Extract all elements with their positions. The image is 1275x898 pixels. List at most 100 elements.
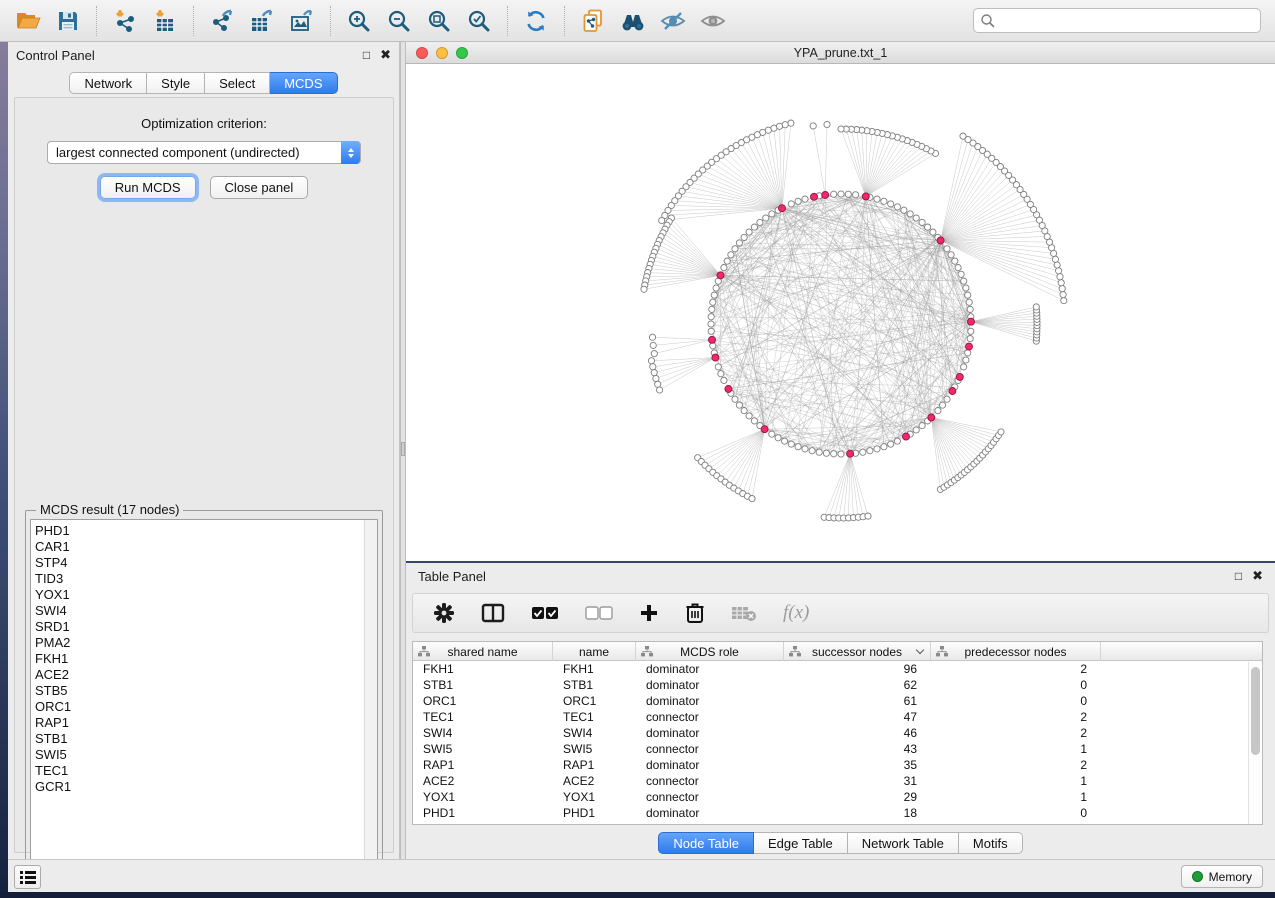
table-row[interactable]: SWI5SWI5connector431 [413, 741, 1262, 757]
mcds-result-item[interactable]: SRD1 [35, 619, 364, 635]
mcds-result-item[interactable]: STB5 [35, 683, 364, 699]
close-panel-icon[interactable]: ✖ [380, 47, 391, 63]
mcds-result-item[interactable]: YOX1 [35, 587, 364, 603]
mcds-result-item[interactable]: SWI5 [35, 747, 364, 763]
mcds-node[interactable] [966, 343, 973, 350]
select-all-icon[interactable] [531, 606, 559, 620]
tab-edge-table[interactable]: Edge Table [754, 832, 848, 854]
memory-button[interactable]: Memory [1181, 865, 1263, 888]
tab-network[interactable]: Network [69, 72, 147, 94]
hide-selected-icon[interactable] [653, 3, 693, 39]
mcds-result-item[interactable]: FKH1 [35, 651, 364, 667]
export-network-icon[interactable] [202, 3, 242, 39]
splitter-grip[interactable] [401, 442, 405, 456]
deselect-all-icon[interactable] [585, 606, 613, 620]
column-header-shared-name[interactable]: shared name [413, 642, 553, 661]
mcds-result-item[interactable]: GCR1 [35, 779, 364, 795]
show-all-icon[interactable] [693, 3, 733, 39]
mcds-node[interactable] [761, 426, 768, 433]
mcds-result-item[interactable]: ORC1 [35, 699, 364, 715]
task-history-button[interactable] [14, 865, 41, 889]
mcds-result-item[interactable]: TEC1 [35, 763, 364, 779]
delete-table-icon[interactable] [731, 604, 757, 622]
export-image-icon[interactable] [282, 3, 322, 39]
import-network-icon[interactable] [105, 3, 145, 39]
mcds-result-item[interactable]: TID3 [35, 571, 364, 587]
zoom-in-icon[interactable] [339, 3, 379, 39]
network-window-titlebar[interactable]: YPA_prune.txt_1 [406, 42, 1275, 64]
mcds-node[interactable] [822, 192, 829, 199]
tab-select[interactable]: Select [205, 72, 270, 94]
tab-network-table[interactable]: Network Table [848, 832, 959, 854]
mcds-result-item[interactable]: STP4 [35, 555, 364, 571]
table-row[interactable]: STB1STB1dominator620 [413, 677, 1262, 693]
mcds-node[interactable] [712, 354, 719, 361]
table-row[interactable]: TEC1TEC1connector472 [413, 709, 1262, 725]
mcds-node[interactable] [968, 318, 975, 325]
run-mcds-button[interactable]: Run MCDS [100, 176, 196, 199]
column-header-predecessor-nodes[interactable]: predecessor nodes [931, 642, 1101, 661]
network-canvas[interactable] [406, 64, 1275, 560]
mcds-node[interactable] [779, 205, 786, 212]
mcds-result-item[interactable]: SWI4 [35, 603, 364, 619]
mcds-result-item[interactable]: ACE2 [35, 667, 364, 683]
table-row[interactable]: FKH1FKH1dominator962 [413, 661, 1262, 677]
minimize-window-icon[interactable] [436, 47, 448, 59]
close-table-panel-icon[interactable]: ✖ [1252, 568, 1263, 584]
mcds-result-item[interactable]: PMA2 [35, 635, 364, 651]
tab-motifs[interactable]: Motifs [959, 832, 1023, 854]
float-table-panel-icon[interactable]: □ [1235, 569, 1242, 583]
table-row[interactable]: RAP1RAP1dominator352 [413, 757, 1262, 773]
zoom-window-icon[interactable] [456, 47, 468, 59]
mcds-result-list[interactable]: PHD1CAR1STP4TID3YOX1SWI4SRD1PMA2FKH1ACE2… [30, 519, 378, 879]
mcds-node[interactable] [949, 388, 956, 395]
add-column-icon[interactable] [639, 603, 659, 623]
split-panel-icon[interactable] [481, 603, 505, 623]
table-scrollbar[interactable] [1248, 662, 1261, 824]
zoom-out-icon[interactable] [379, 3, 419, 39]
mcds-node[interactable] [811, 193, 818, 200]
mcds-result-item[interactable]: RAP1 [35, 715, 364, 731]
optimization-criterion-select[interactable]: largest connected component (undirected) [47, 141, 361, 164]
refresh-icon[interactable] [516, 3, 556, 39]
mcds-result-item[interactable]: STB1 [35, 731, 364, 747]
column-header-successor-nodes[interactable]: successor nodes [784, 642, 931, 661]
mcds-node[interactable] [709, 336, 716, 343]
export-table-icon[interactable] [242, 3, 282, 39]
mcds-node[interactable] [717, 272, 724, 279]
tab-node-table[interactable]: Node Table [658, 832, 754, 854]
search-input[interactable] [996, 11, 1260, 31]
delete-column-icon[interactable] [685, 602, 705, 624]
mcds-node[interactable] [956, 373, 963, 380]
mcds-node[interactable] [937, 237, 944, 244]
table-scrollbar-thumb[interactable] [1251, 667, 1260, 755]
mcds-result-item[interactable]: PHD1 [35, 523, 364, 539]
zoom-fit-icon[interactable] [419, 3, 459, 39]
search-box[interactable] [973, 8, 1261, 33]
mcds-node[interactable] [725, 386, 732, 393]
network-graph[interactable] [406, 64, 1275, 560]
close-window-icon[interactable] [416, 47, 428, 59]
column-header-name[interactable]: name [553, 642, 636, 661]
close-panel-button[interactable]: Close panel [210, 176, 309, 199]
table-row[interactable]: ACE2ACE2connector311 [413, 773, 1262, 789]
tab-mcds[interactable]: MCDS [270, 72, 337, 94]
settings-icon[interactable] [433, 602, 455, 624]
mcds-result-item[interactable]: CAR1 [35, 539, 364, 555]
mcds-node[interactable] [847, 450, 854, 457]
table-row[interactable]: SWI4SWI4dominator462 [413, 725, 1262, 741]
table-row[interactable]: PHD1PHD1dominator180 [413, 805, 1262, 821]
mcds-list-scrollbar[interactable] [364, 520, 377, 878]
save-session-icon[interactable] [48, 3, 88, 39]
tab-style[interactable]: Style [147, 72, 205, 94]
mcds-node[interactable] [903, 433, 910, 440]
import-table-icon[interactable] [145, 3, 185, 39]
first-neighbors-icon[interactable] [613, 3, 653, 39]
zoom-selected-icon[interactable] [459, 3, 499, 39]
clone-network-icon[interactable] [573, 3, 613, 39]
float-panel-icon[interactable]: □ [363, 48, 370, 62]
function-builder-icon[interactable]: f(x) [783, 602, 809, 624]
open-file-icon[interactable] [8, 3, 48, 39]
mcds-node[interactable] [862, 193, 869, 200]
mcds-node[interactable] [928, 414, 935, 421]
